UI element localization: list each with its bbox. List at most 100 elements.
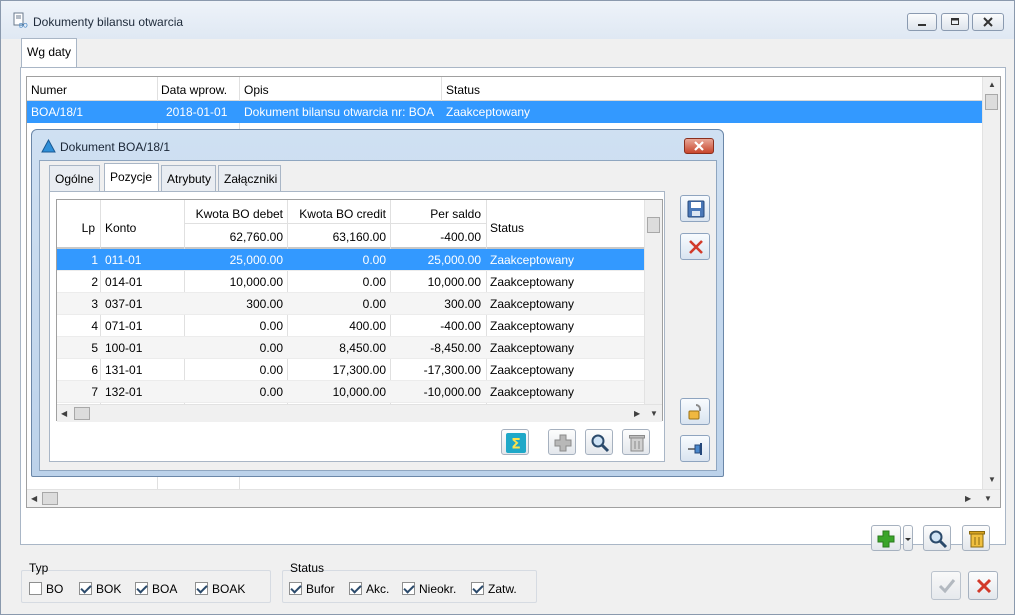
cell-debet: 25,000.00 (229, 253, 283, 267)
add-button[interactable] (871, 525, 901, 551)
col-debet[interactable]: Kwota BO debet (185, 207, 283, 221)
col-lp[interactable]: Lp (63, 221, 95, 235)
checkbox-label: Nieokr. (419, 582, 457, 596)
table-row[interactable]: 7 132-01 0.00 10,000.00 -10,000.00 Zaakc… (57, 381, 646, 403)
filter-bufor-checkbox[interactable]: Bufor (289, 582, 335, 596)
positions-panel: Lp Konto Kwota BO debet Kwota BO credit … (49, 191, 665, 462)
minimize-button[interactable] (907, 13, 937, 31)
col-status[interactable]: Status (490, 221, 524, 235)
tab-wg-daty[interactable]: Wg daty (21, 38, 77, 68)
cell-konto: 071-01 (105, 319, 143, 333)
scroll-left-icon[interactable]: ◀ (31, 494, 37, 503)
x-icon (976, 578, 992, 594)
cell-saldo: -17,300.00 (423, 363, 481, 377)
cell-credit: 0.00 (362, 275, 386, 289)
filter-bok-checkbox[interactable]: BOK (79, 582, 121, 596)
filter-bo-checkbox[interactable]: BO (29, 582, 63, 596)
cell-lp: 6 (91, 363, 98, 377)
scroll-down-icon[interactable]: ▼ (988, 475, 996, 484)
total-credit: 63,160.00 (332, 230, 386, 244)
cancel-button[interactable] (968, 571, 998, 600)
scroll-down-icon[interactable]: ▼ (984, 494, 992, 503)
col-saldo[interactable]: Per saldo (392, 207, 481, 221)
trash-icon (969, 531, 985, 548)
scroll-left-icon[interactable]: ◀ (61, 409, 67, 418)
filter-zatw-checkbox[interactable]: Zatw. (471, 582, 517, 596)
scroll-up-icon[interactable]: ▲ (988, 80, 996, 89)
table-row[interactable]: 3 037-01 300.00 0.00 300.00 Zaakceptowan… (57, 293, 646, 315)
checkbox-box[interactable] (289, 582, 302, 595)
positions-vertical-scrollbar[interactable] (644, 200, 662, 404)
col-konto[interactable]: Konto (105, 221, 136, 235)
sum-button[interactable]: Σ (501, 429, 529, 455)
dialog-close-button[interactable] (684, 138, 714, 154)
checkbox-box[interactable] (402, 582, 415, 595)
pin-button[interactable] (680, 435, 710, 462)
table-row[interactable]: 5 100-01 0.00 8,450.00 -8,450.00 Zaakcep… (57, 337, 646, 359)
confirm-button[interactable] (931, 571, 961, 600)
delete-button[interactable] (962, 525, 990, 551)
scroll-thumb[interactable] (74, 407, 90, 420)
scroll-thumb[interactable] (985, 94, 998, 110)
table-row[interactable]: 2 014-01 10,000.00 0.00 10,000.00 Zaakce… (57, 271, 646, 293)
scroll-down-icon[interactable]: ▼ (650, 409, 658, 418)
checkmark-icon (938, 579, 956, 594)
close-window-button[interactable] (972, 13, 1004, 31)
checkbox-box[interactable] (349, 582, 362, 595)
magnifier-icon (929, 530, 948, 549)
svg-text:BO: BO (19, 23, 28, 29)
cell-credit: 17,300.00 (332, 363, 386, 377)
total-debet: 62,760.00 (229, 230, 283, 244)
scroll-thumb[interactable] (42, 492, 58, 505)
documents-horizontal-scrollbar[interactable]: ◀ ▶ ▼ (27, 489, 1000, 507)
scroll-right-icon[interactable]: ▶ (634, 409, 640, 418)
preview-position-button[interactable] (585, 429, 613, 455)
scroll-right-icon[interactable]: ▶ (965, 494, 971, 503)
documents-vertical-scrollbar[interactable]: ▲ ▼ (982, 77, 1000, 489)
tab-ogolne[interactable]: Ogólne (49, 165, 100, 192)
table-row[interactable]: 4 071-01 0.00 400.00 -400.00 Zaakceptowa… (57, 315, 646, 337)
scroll-thumb[interactable] (647, 217, 660, 233)
trash-icon (629, 435, 645, 452)
checkbox-box[interactable] (135, 582, 148, 595)
cell-status: Zaakceptowany (490, 253, 575, 267)
save-button[interactable] (680, 195, 710, 222)
filter-akc-checkbox[interactable]: Akc. (349, 582, 389, 596)
table-row[interactable]: 1 011-01 25,000.00 0.00 25,000.00 Zaakce… (57, 249, 646, 271)
delete-position-button[interactable] (622, 429, 650, 455)
col-opis[interactable]: Opis (244, 83, 269, 97)
checkbox-label: Akc. (366, 582, 390, 596)
cell-debet: 0.00 (259, 319, 283, 333)
cell-saldo: -400.00 (440, 319, 481, 333)
checkbox-box[interactable] (79, 582, 92, 595)
dialog-body: Ogólne Pozycje Atrybuty Załączniki Lp Ko… (39, 160, 717, 471)
col-credit[interactable]: Kwota BO credit (289, 207, 386, 221)
col-status[interactable]: Status (446, 83, 480, 97)
status-filter-label: Status (290, 561, 325, 575)
cell-lp: 5 (91, 341, 98, 355)
cancel-dialog-button[interactable] (680, 233, 710, 260)
checkbox-box[interactable] (195, 582, 208, 595)
table-row[interactable]: BOA/18/1 2018-01-01 Dokument bilansu otw… (27, 101, 982, 123)
add-position-button[interactable] (548, 429, 576, 455)
tab-zalaczniki[interactable]: Załączniki (218, 165, 281, 192)
filter-nieokr-checkbox[interactable]: Nieokr. (402, 582, 456, 596)
add-dropdown-button[interactable] (903, 525, 913, 551)
checkbox-box[interactable] (29, 582, 42, 595)
col-numer[interactable]: Numer (31, 83, 67, 97)
table-row[interactable]: 6 131-01 0.00 17,300.00 -17,300.00 Zaakc… (57, 359, 646, 381)
cell-lp: 2 (91, 275, 98, 289)
tab-atrybuty[interactable]: Atrybuty (161, 165, 216, 192)
filter-boak-checkbox[interactable]: BOAK (195, 582, 245, 596)
col-data-wprow[interactable]: Data wprow. (161, 83, 227, 97)
cell-credit: 8,450.00 (339, 341, 386, 355)
cell-debet: 0.00 (259, 385, 283, 399)
preview-button[interactable] (923, 525, 951, 551)
cell-lp: 4 (91, 319, 98, 333)
maximize-button[interactable] (941, 13, 969, 31)
filter-boa-checkbox[interactable]: BOA (135, 582, 177, 596)
checkbox-box[interactable] (471, 582, 484, 595)
positions-horizontal-scrollbar[interactable]: ◀ ▶ ▼ (57, 404, 662, 422)
tab-pozycje[interactable]: Pozycje (104, 163, 159, 192)
lock-button[interactable] (680, 398, 710, 425)
